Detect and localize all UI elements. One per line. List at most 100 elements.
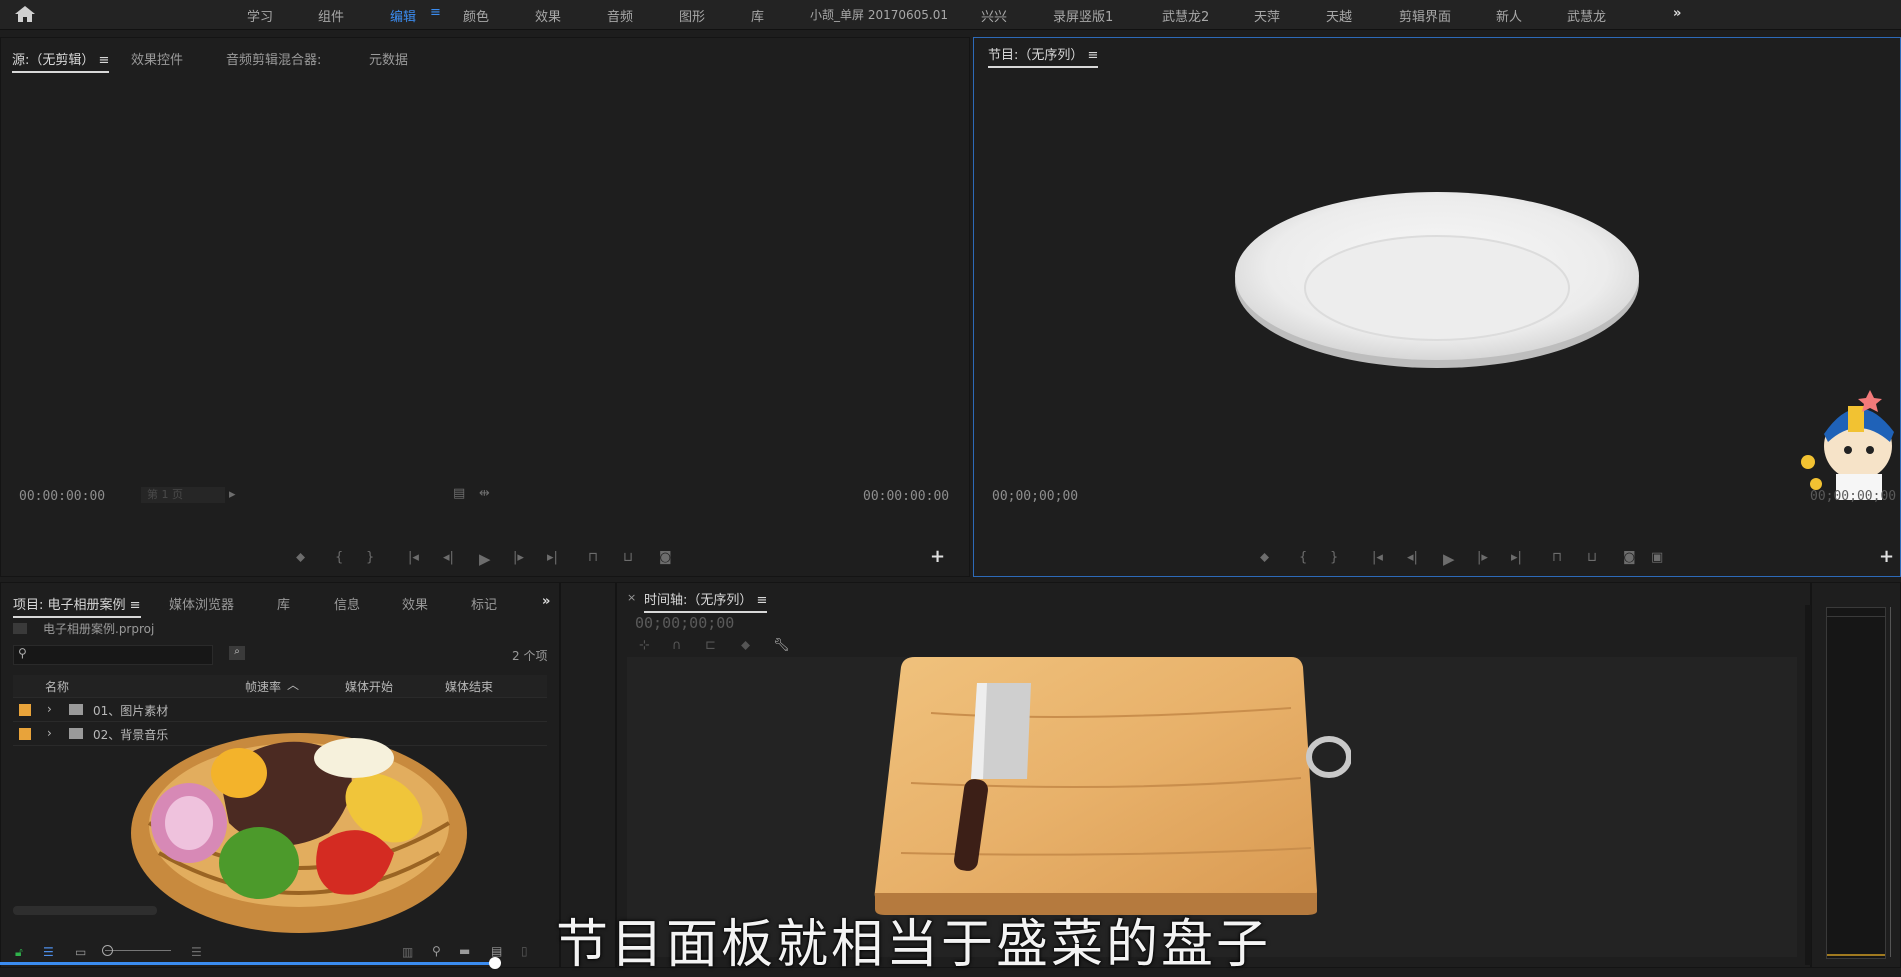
workspace-overflow-button[interactable]: »	[1673, 6, 1681, 21]
label-color-swatch[interactable]	[19, 704, 31, 716]
go-to-in-icon[interactable]: |◂	[408, 550, 419, 565]
wrench-icon[interactable]: 🔧︎	[773, 638, 790, 653]
step-back-icon[interactable]: ◂|	[1407, 550, 1418, 565]
automate-icon[interactable]: ▥	[402, 945, 413, 959]
expand-chevron-icon[interactable]: ›	[47, 726, 52, 740]
new-item-icon[interactable]: ▤	[491, 944, 502, 958]
search-input[interactable]: ⚲	[13, 645, 213, 665]
panel-menu-icon[interactable]: ≡	[757, 593, 768, 608]
marker-icon[interactable]: ⬥	[741, 638, 750, 653]
go-to-in-icon[interactable]: |◂	[1372, 550, 1383, 565]
camera-icon[interactable]: ◙	[1623, 550, 1636, 565]
marker-icon[interactable]: ⬥	[296, 550, 305, 565]
tab-libraries[interactable]: 库	[277, 594, 290, 613]
zoom-slider[interactable]	[105, 950, 171, 951]
zoom-slider-handle[interactable]	[102, 945, 113, 956]
step-forward-icon[interactable]: |▸	[513, 550, 524, 565]
workspace-tab[interactable]: 剪辑界面	[1399, 6, 1451, 25]
tab-info[interactable]: 信息	[334, 594, 360, 613]
go-to-out-icon[interactable]: ▸|	[547, 550, 558, 565]
progress-handle[interactable]	[489, 957, 501, 969]
column-media-end[interactable]: 媒体结束	[445, 678, 493, 695]
go-to-out-icon[interactable]: ▸|	[1511, 550, 1522, 565]
tab-timeline[interactable]: 时间轴:（无序列） ≡	[644, 589, 768, 613]
workspace-tab[interactable]: 图形	[679, 6, 705, 25]
workspace-tab[interactable]: 效果	[535, 6, 561, 25]
workspace-menu-icon[interactable]: ≡	[430, 5, 441, 20]
tab-effect-controls[interactable]: 效果控件	[131, 49, 183, 68]
panel-menu-icon[interactable]: ≡	[130, 598, 141, 613]
label-color-swatch[interactable]	[19, 728, 31, 740]
meter-peak	[1827, 608, 1885, 617]
panel-menu-icon[interactable]: ≡	[1088, 48, 1099, 63]
expand-chevron-icon[interactable]: ›	[47, 702, 52, 716]
overwrite-icon[interactable]: ⊔	[623, 550, 633, 565]
workspace-tab[interactable]: 库	[751, 6, 764, 25]
tab-project[interactable]: 项目: 电子相册案例 ≡	[13, 594, 141, 618]
add-button[interactable]: +	[1879, 546, 1894, 567]
compare-icon[interactable]: ▣	[1651, 550, 1663, 565]
tab-audio-mixer[interactable]: 音频剪辑混合器:	[226, 49, 321, 68]
workspace-tab[interactable]: 小颉_单屏 20170605.01	[810, 6, 948, 23]
new-search-bin-icon[interactable]: ⌕	[229, 646, 245, 660]
program-playhead-timecode[interactable]: 00;00;00;00	[992, 489, 1078, 504]
horizontal-scrollbar[interactable]	[13, 906, 157, 915]
extract-icon[interactable]: ⊔	[1587, 550, 1597, 565]
workspace-tab[interactable]: 录屏竖版1	[1053, 6, 1113, 25]
workspace-tab[interactable]: 武慧龙	[1567, 6, 1606, 25]
workspace-tab[interactable]: 天越	[1326, 6, 1352, 25]
tab-media-browser[interactable]: 媒体浏览器	[169, 594, 234, 613]
camera-icon[interactable]: ◙	[659, 550, 672, 565]
tab-metadata[interactable]: 元数据	[369, 49, 408, 68]
tab-source[interactable]: 源:（无剪辑） ≡	[12, 49, 110, 73]
new-bin-icon[interactable]: ▬	[459, 944, 470, 958]
workspace-tab[interactable]: 学习	[247, 6, 273, 25]
mark-in-icon[interactable]: {	[335, 550, 343, 565]
play-icon[interactable]: ▶	[479, 550, 491, 568]
workspace-tab[interactable]: 音频	[607, 6, 633, 25]
linked-selection-icon[interactable]: ∩	[672, 638, 682, 653]
lift-icon[interactable]: ⊓	[1552, 550, 1562, 565]
workspace-tab[interactable]: 新人	[1496, 6, 1522, 25]
add-marker-icon[interactable]: ⊏	[705, 638, 716, 653]
mark-out-icon[interactable]: }	[1330, 550, 1338, 565]
workspace-tab[interactable]: 兴兴	[981, 6, 1007, 25]
mark-out-icon[interactable]: }	[366, 550, 374, 565]
source-playhead-timecode[interactable]: 00:00:00:00	[19, 489, 105, 504]
clear-icon[interactable]: ▯	[521, 944, 528, 958]
tab-program[interactable]: 节目:（无序列） ≡	[988, 44, 1099, 68]
marker-icon[interactable]: ⬥	[1260, 550, 1269, 565]
page-select[interactable]: 第 1 页	[141, 487, 225, 503]
panel-overflow-button[interactable]: »	[542, 594, 550, 609]
snap-icon[interactable]: ⊹	[639, 638, 650, 653]
close-icon[interactable]: ×	[627, 591, 636, 604]
tab-effects[interactable]: 效果	[402, 594, 428, 613]
step-back-icon[interactable]: ◂|	[443, 550, 454, 565]
find-icon[interactable]: ⚲	[432, 944, 441, 958]
column-name[interactable]: 名称	[45, 678, 69, 695]
step-forward-icon[interactable]: |▸	[1477, 550, 1488, 565]
workspace-tab[interactable]: 天萍	[1254, 6, 1280, 25]
workspace-tab[interactable]: 武慧龙2	[1162, 6, 1209, 25]
play-icon[interactable]: ▶	[1443, 550, 1455, 568]
column-frame-rate[interactable]: 帧速率	[245, 678, 281, 695]
column-media-start[interactable]: 媒体开始	[345, 678, 393, 695]
timeline-timecode[interactable]: 00;00;00;00	[635, 614, 734, 632]
lock-icon[interactable]: 🔓︎	[15, 945, 23, 960]
tab-markers[interactable]: 标记	[471, 594, 497, 613]
workspace-tab[interactable]: 组件	[318, 6, 344, 25]
mark-in-icon[interactable]: {	[1299, 550, 1307, 565]
workspace-tab[interactable]: 颜色	[463, 6, 489, 25]
workspace-tab-active[interactable]: 编辑	[390, 6, 416, 25]
sort-icon[interactable]: ☰	[191, 945, 202, 959]
insert-icon[interactable]: ⊓	[588, 550, 598, 565]
settings-icon[interactable]: ▤	[453, 486, 465, 501]
add-button[interactable]: +	[930, 546, 945, 567]
workspace-bar: 学习 组件 编辑 ≡ 颜色 效果 音频 图形 库 小颉_单屏 20170605.…	[0, 0, 1901, 30]
panel-menu-icon[interactable]: ≡	[99, 53, 110, 68]
icon-view-icon[interactable]: ▭	[75, 945, 86, 959]
home-icon[interactable]	[14, 5, 36, 23]
drop-icon[interactable]: ⇹	[479, 486, 490, 501]
next-page-icon[interactable]: ▸	[229, 487, 236, 502]
list-view-icon[interactable]: ☰	[43, 945, 54, 959]
